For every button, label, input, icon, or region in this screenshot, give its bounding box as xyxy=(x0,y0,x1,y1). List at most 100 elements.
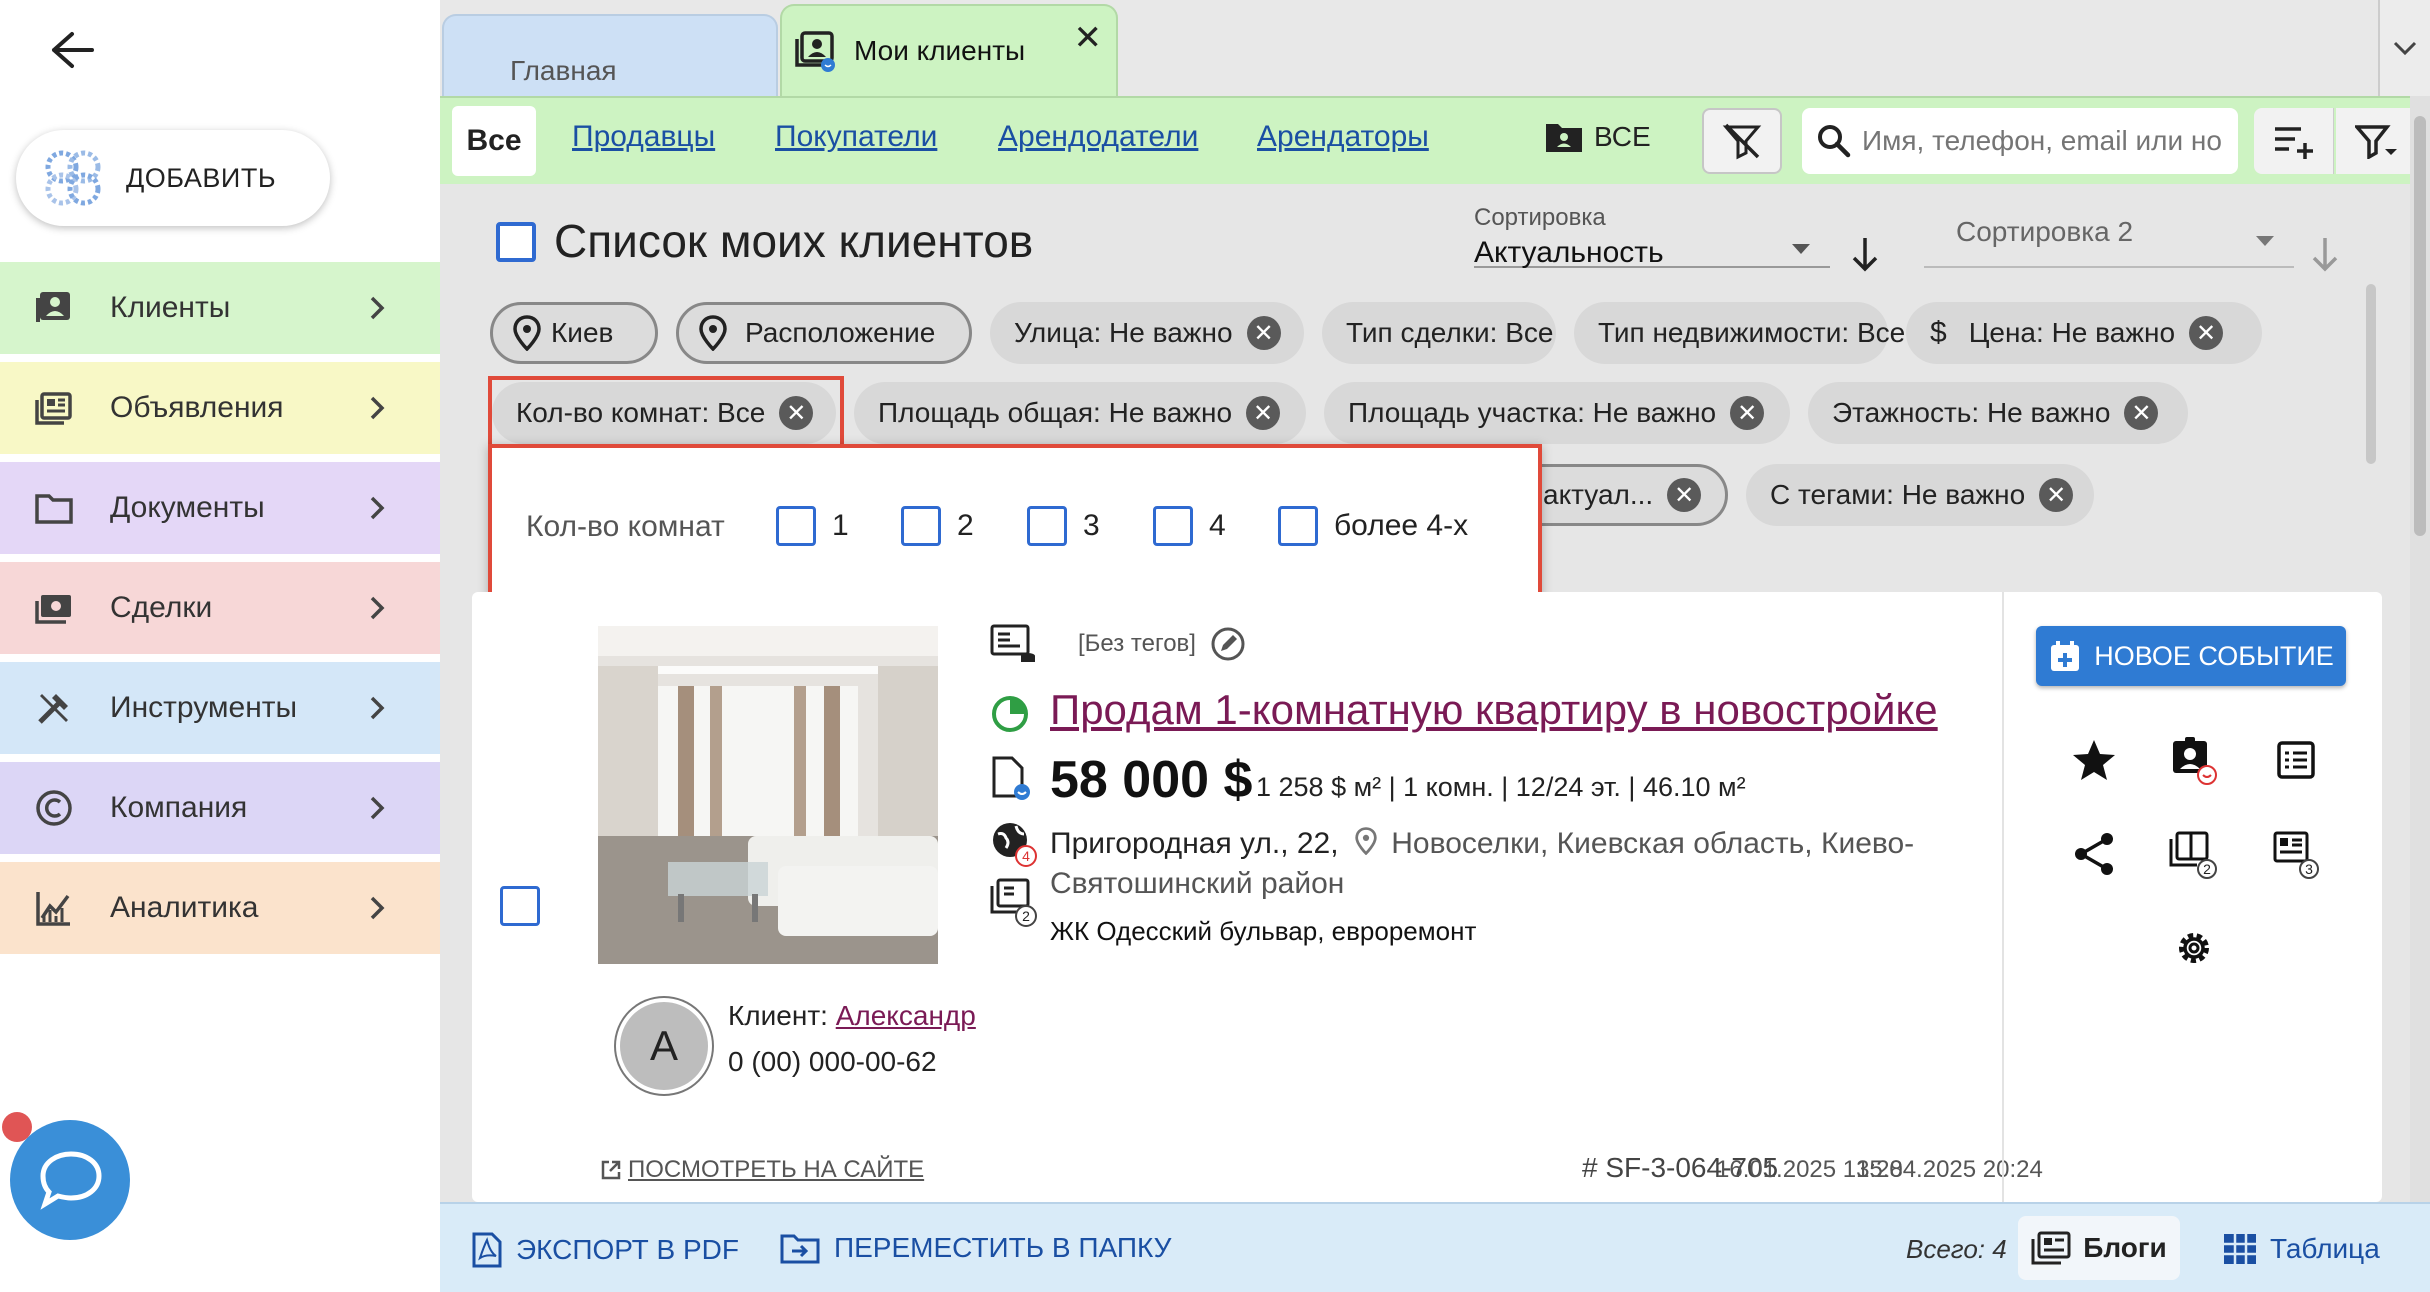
chip-price[interactable]: $ Цена: Не важно ✕ xyxy=(1906,302,2262,364)
linked-listings-icon[interactable]: 2 xyxy=(2166,826,2222,882)
filter-all[interactable]: Все xyxy=(452,106,536,176)
checkbox[interactable] xyxy=(1153,506,1193,546)
chip-label: С тегами: Не важно xyxy=(1770,479,2026,510)
bottom-toolbar: ЭКСПОРТ В PDF ПЕРЕМЕСТИТЬ В ПАПКУ Всего:… xyxy=(440,1202,2430,1292)
chip-location[interactable]: Расположение xyxy=(676,302,972,364)
chip-street[interactable]: Улица: Не важно ✕ xyxy=(990,302,1304,364)
chip-tags[interactable]: С тегами: Не важно ✕ xyxy=(1746,464,2094,526)
back-arrow-icon[interactable] xyxy=(40,20,104,80)
filter-buyers-link[interactable]: Покупатели xyxy=(775,120,937,154)
sidebar-item-analytics[interactable]: Аналитика xyxy=(0,862,440,958)
chevron-right-icon xyxy=(370,496,385,520)
move-to-folder-label: ПЕРЕМЕСТИТЬ В ПАПКУ xyxy=(834,1232,1172,1263)
client-name-link[interactable]: Александр xyxy=(836,1000,976,1031)
rooms-option-4[interactable]: 4 xyxy=(1153,506,1226,546)
clear-filter-button[interactable] xyxy=(1702,108,1782,174)
tab-bar: Главная Мои клиенты ✕ xyxy=(440,0,2430,96)
location-pin-icon xyxy=(1355,827,1377,856)
gear-icon[interactable] xyxy=(2166,920,2222,976)
globe-icon[interactable]: 4 xyxy=(990,820,1040,875)
filter-tenants-link[interactable]: Арендаторы xyxy=(1257,120,1429,154)
documents-count-icon[interactable]: 2 xyxy=(990,878,1040,933)
sidebar-item-label: Сделки xyxy=(110,591,213,624)
tab-my-clients[interactable]: Мои клиенты ✕ xyxy=(780,4,1118,96)
sidebar-item-listings[interactable]: Объявления xyxy=(0,362,440,458)
checkbox[interactable] xyxy=(1027,506,1067,546)
client-contact-icon[interactable] xyxy=(2166,732,2222,788)
chip-total-area[interactable]: Площадь общая: Не важно ✕ xyxy=(854,382,1306,444)
view-table-button[interactable]: Таблица xyxy=(2222,1232,2380,1266)
move-to-folder-button[interactable]: ПЕРЕМЕСТИТЬ В ПАПКУ xyxy=(780,1232,1171,1264)
filter-menu-button[interactable] xyxy=(2336,108,2418,174)
view-blogs-button[interactable]: Блоги xyxy=(2018,1216,2180,1280)
chips-scrollbar[interactable] xyxy=(2366,284,2376,464)
chip-remove-icon[interactable]: ✕ xyxy=(1730,396,1765,430)
listing-photo[interactable] xyxy=(598,626,938,964)
chip-land-area[interactable]: Площадь участка: Не важно ✕ xyxy=(1324,382,1790,444)
chip-label: Тип сделки: Все xyxy=(1346,317,1554,348)
view-on-site-link[interactable]: ПОСМОТРЕТЬ НА САЙТЕ xyxy=(600,1156,924,1184)
folder-filter[interactable]: ВСЕ xyxy=(1544,120,1651,154)
folder-filter-label: ВСЕ xyxy=(1594,121,1651,152)
card-select-checkbox[interactable] xyxy=(500,886,540,926)
checkbox[interactable] xyxy=(901,506,941,546)
chip-remove-icon[interactable]: ✕ xyxy=(2039,478,2074,512)
sort2-direction-arrow-icon[interactable] xyxy=(2310,236,2340,277)
chip-label: Цена: Не важно xyxy=(1968,317,2176,348)
checkbox[interactable] xyxy=(1278,506,1318,546)
filter-landlords-link[interactable]: Арендодатели xyxy=(998,120,1198,154)
rooms-option-3[interactable]: 3 xyxy=(1027,506,1100,546)
avatar[interactable]: A xyxy=(616,998,712,1094)
new-event-label: НОВОЕ СОБЫТИЕ xyxy=(2094,640,2334,671)
share-icon[interactable] xyxy=(2066,826,2122,882)
filter-sellers-link[interactable]: Продавцы xyxy=(572,120,715,154)
sidebar-item-documents[interactable]: Документы xyxy=(0,462,440,558)
chevron-right-icon xyxy=(370,896,385,920)
sidebar-item-clients[interactable]: Клиенты xyxy=(0,262,440,358)
chip-property-type[interactable]: Тип недвижимости: Все xyxy=(1574,302,1905,364)
chip-label: Тип недвижимости: Все xyxy=(1598,317,1906,348)
edit-tags-icon[interactable] xyxy=(1210,626,1246,662)
sidebar-item-deals[interactable]: Сделки xyxy=(0,562,440,658)
tabs-dropdown-button[interactable] xyxy=(2378,0,2430,96)
linked-requests-icon[interactable]: 3 xyxy=(2268,826,2324,882)
export-pdf-button[interactable]: ЭКСПОРТ В PDF xyxy=(472,1232,739,1268)
chip-city[interactable]: Киев xyxy=(490,302,658,364)
client-label: Клиент: xyxy=(728,1000,828,1031)
rooms-option-1[interactable]: 1 xyxy=(776,506,849,546)
new-event-button[interactable]: НОВОЕ СОБЫТИЕ xyxy=(2036,626,2346,686)
dollar-icon: $ xyxy=(1930,316,1947,349)
folder-user-icon xyxy=(1546,124,1582,152)
select-all-checkbox[interactable] xyxy=(496,222,536,262)
rooms-option-more[interactable]: более 4-х xyxy=(1278,506,1468,546)
chip-remove-icon[interactable]: ✕ xyxy=(2189,316,2224,350)
favorite-star-icon[interactable] xyxy=(2066,732,2122,788)
chip-remove-icon[interactable]: ✕ xyxy=(1246,396,1281,430)
chat-button[interactable] xyxy=(10,1120,130,1240)
sidebar-item-company[interactable]: Компания xyxy=(0,762,440,858)
close-tab-icon[interactable]: ✕ xyxy=(1074,18,1103,58)
listing-icon xyxy=(32,386,76,430)
tab-home[interactable]: Главная xyxy=(442,14,778,96)
chip-remove-icon[interactable]: ✕ xyxy=(1667,478,1702,512)
sort-direction-arrow-icon[interactable] xyxy=(1850,236,1880,277)
chip-label: Расположение xyxy=(745,317,936,348)
sort2-select[interactable]: Сортировка 2 xyxy=(1924,214,2294,268)
search-input[interactable] xyxy=(1862,125,2222,157)
chip-floors[interactable]: Этажность: Не важно ✕ xyxy=(1808,382,2188,444)
chip-remove-icon[interactable]: ✕ xyxy=(2124,396,2159,430)
add-sort-button[interactable] xyxy=(2254,108,2334,174)
chip-remove-icon[interactable]: ✕ xyxy=(1246,316,1281,350)
page-title: Список моих клиентов xyxy=(554,215,1034,267)
chip-deal-type[interactable]: Тип сделки: Все xyxy=(1322,302,1556,364)
sidebar-item-tools[interactable]: Инструменты xyxy=(0,662,440,758)
chip-label: Площадь участка: Не важно xyxy=(1348,397,1717,428)
listing-title-link[interactable]: Продам 1-комнатную квартиру в новостройк… xyxy=(1050,686,1938,734)
listing-price: 58 000 $ xyxy=(1050,751,1253,809)
checkbox[interactable] xyxy=(776,506,816,546)
details-list-icon[interactable] xyxy=(2268,732,2324,788)
main-scrollbar[interactable] xyxy=(2410,96,2430,1202)
rooms-option-2[interactable]: 2 xyxy=(901,506,974,546)
add-button[interactable]: ДОБАВИТЬ xyxy=(16,130,330,226)
sort-select[interactable]: Сортировка Актуальность xyxy=(1474,204,1830,269)
